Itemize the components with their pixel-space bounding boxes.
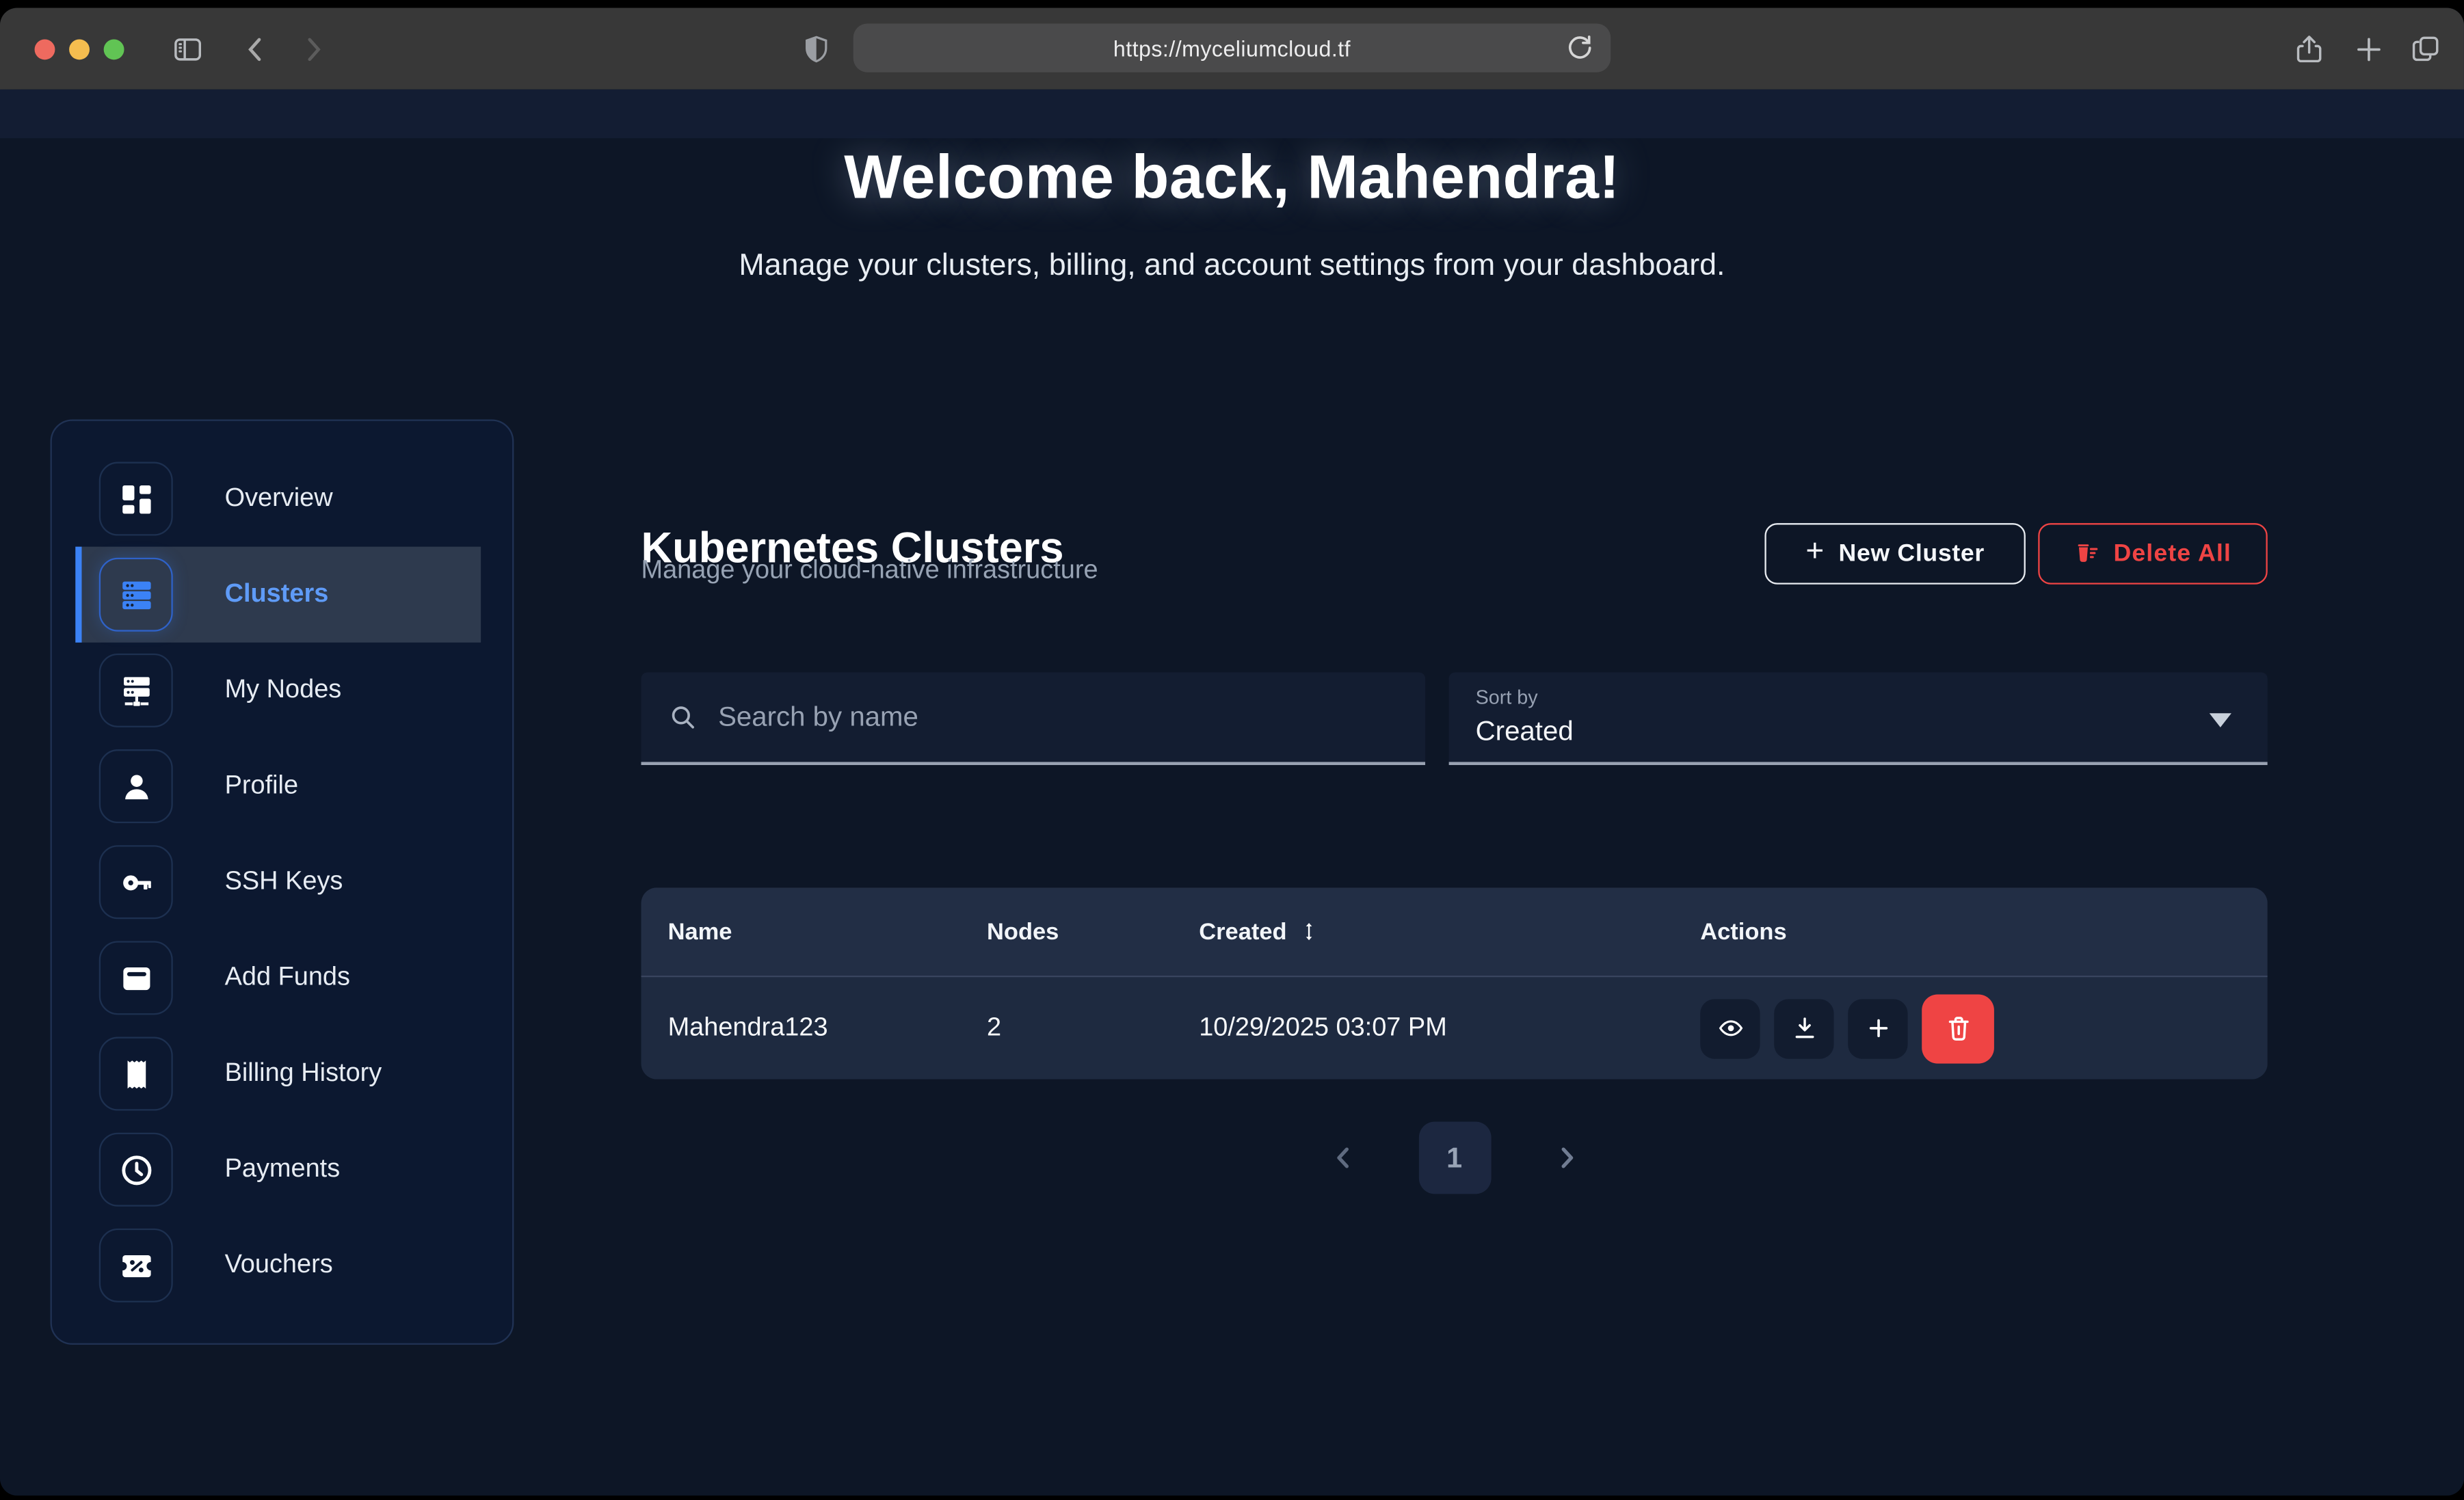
profile-icon [99, 749, 173, 823]
back-icon [238, 32, 271, 65]
reload-button[interactable] [1563, 31, 1596, 64]
sidebar-item-ssh-keys[interactable]: SSH Keys [52, 834, 512, 930]
sidebar-item-vouchers[interactable]: Vouchers [52, 1218, 512, 1313]
sidebar-item-label: Clusters [225, 580, 329, 610]
column-name: Name [641, 918, 988, 945]
column-created-label: Created [1199, 918, 1286, 945]
next-page-button[interactable] [1548, 1140, 1583, 1175]
search-input[interactable] [715, 699, 1425, 736]
sidebar-item-label: Add Funds [225, 963, 350, 993]
share-button[interactable] [2288, 8, 2329, 89]
view-cluster-button[interactable] [1700, 998, 1760, 1058]
sidebar-item-label: Billing History [225, 1059, 382, 1089]
sidebar-item-overview[interactable]: Overview [52, 451, 512, 546]
sidebar-item-profile[interactable]: Profile [52, 738, 512, 834]
search-icon [668, 702, 698, 732]
sort-label: Sort by [1476, 686, 2268, 708]
url-bar[interactable]: https://myceliumcloud.tf [853, 23, 1611, 72]
sort-updown-icon [1298, 921, 1320, 943]
sidebar-item-label: Overview [225, 484, 333, 514]
sidebar-toggle-button[interactable] [167, 8, 208, 89]
sidebar-item-label: Payments [225, 1155, 341, 1185]
add-node-button[interactable] [1848, 998, 1907, 1058]
page-subtitle: Manage your cloud-native infrastructure [641, 556, 1098, 586]
new-tab-button[interactable] [2348, 8, 2389, 89]
chevron-right-icon [1550, 1142, 1582, 1174]
sidebar-item-payments[interactable]: Payments [52, 1122, 512, 1218]
sidebar-item-label: SSH Keys [225, 867, 343, 897]
welcome-heading: Welcome back, Mahendra! [0, 148, 2464, 209]
traffic-zoom[interactable] [104, 38, 124, 59]
sidebar-item-label: My Nodes [225, 675, 342, 706]
column-created[interactable]: Created [1199, 918, 1700, 945]
chevron-left-icon [1327, 1142, 1358, 1174]
sidebar-item-my-nodes[interactable]: My Nodes [52, 643, 512, 738]
delete-sweep-icon [2074, 540, 2101, 567]
sidebar-item-add-funds[interactable]: Add Funds [52, 930, 512, 1026]
previous-page-button[interactable] [1325, 1140, 1360, 1175]
payments-icon [99, 1133, 173, 1207]
page-top-strip [0, 90, 2464, 138]
traffic-close[interactable] [35, 38, 55, 59]
ssh-keys-icon [99, 845, 173, 919]
cell-nodes: 2 [987, 1013, 1199, 1043]
page-number-button[interactable]: 1 [1418, 1122, 1491, 1194]
forward-icon [296, 32, 329, 65]
column-actions: Actions [1700, 918, 2268, 945]
share-icon [2292, 32, 2324, 65]
sort-value: Created [1476, 714, 2268, 747]
traffic-minimize[interactable] [69, 38, 90, 59]
new-tab-plus-icon [2352, 32, 2385, 65]
screen: https://myceliumcloud.tf Welcome back, M… [0, 0, 2464, 1500]
pagination: 1 [641, 1122, 2268, 1194]
welcome-subtitle: Manage your clusters, billing, and accou… [0, 248, 2464, 284]
tab-overview-button[interactable] [2405, 8, 2446, 89]
delete-all-label: Delete All [2113, 539, 2231, 567]
clusters-icon [99, 558, 173, 632]
sidebar-item-billing-history[interactable]: Billing History [52, 1026, 512, 1121]
download-icon [1790, 1015, 1817, 1041]
browser-window: https://myceliumcloud.tf Welcome back, M… [0, 8, 2464, 1495]
new-cluster-button[interactable]: + New Cluster [1764, 523, 2025, 585]
plus-icon [1864, 1015, 1891, 1041]
overview-icon [99, 462, 173, 536]
column-nodes: Nodes [987, 918, 1199, 945]
table-row: Mahendra123 2 10/29/2025 03:07 PM [641, 976, 2268, 1080]
shield-icon [799, 32, 832, 65]
clusters-table: Name Nodes Created Actions Mahendra123 2… [641, 887, 2268, 1079]
sidebar-nav: Overview Clusters My Nodes Profile SSH Keys A… [51, 420, 514, 1345]
sidebar-item-clusters[interactable]: Clusters [75, 547, 481, 643]
forward-button[interactable] [292, 8, 333, 89]
sidebar-item-label: Vouchers [225, 1250, 333, 1281]
window-controls [35, 8, 124, 89]
browser-toolbar: https://myceliumcloud.tf [0, 8, 2464, 91]
tabs-icon [2408, 32, 2441, 65]
sort-dropdown[interactable]: Sort by Created [1449, 672, 2268, 765]
vouchers-icon [99, 1229, 173, 1302]
new-cluster-label: New Cluster [1839, 539, 1985, 567]
back-button[interactable] [234, 8, 275, 89]
add-funds-icon [99, 941, 173, 1015]
delete-all-button[interactable]: Delete All [2038, 523, 2267, 585]
billing-history-icon [99, 1037, 173, 1111]
cell-created: 10/29/2025 03:07 PM [1199, 1013, 1700, 1043]
nodes-icon [99, 654, 173, 727]
download-kubeconfig-button[interactable] [1774, 998, 1833, 1058]
page-content: Welcome back, Mahendra! Manage your clus… [0, 90, 2464, 1496]
sidebar-toggle-icon [170, 32, 203, 65]
privacy-shield-button[interactable] [795, 8, 836, 89]
delete-cluster-button[interactable] [1922, 993, 1994, 1062]
plus-icon: + [1805, 534, 1825, 570]
cell-name: Mahendra123 [641, 1013, 988, 1043]
sidebar-item-label: Profile [225, 771, 298, 801]
trash-icon [1943, 1013, 1973, 1043]
chevron-down-icon [2210, 713, 2231, 727]
eye-icon [1717, 1015, 1743, 1041]
main-panel: Kubernetes Clusters Manage your cloud-na… [641, 90, 2268, 1496]
table-header: Name Nodes Created Actions [641, 887, 2268, 976]
cell-actions [1700, 993, 2268, 1062]
reload-icon [1563, 31, 1596, 64]
url-text[interactable]: https://myceliumcloud.tf [1113, 36, 1351, 61]
search-field[interactable] [641, 672, 1426, 765]
